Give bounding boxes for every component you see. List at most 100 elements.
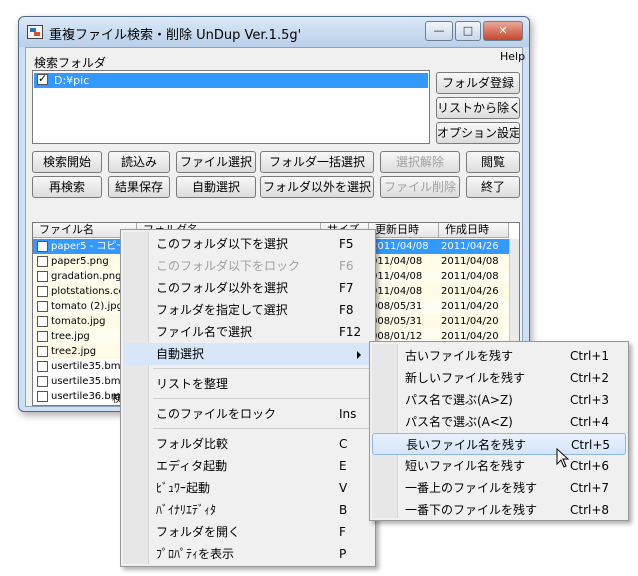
row-checkbox[interactable] (37, 376, 48, 387)
help-menu[interactable]: Help (500, 50, 525, 63)
context-menu-item[interactable]: このフォルダ以下をロック F6 (123, 255, 373, 277)
column-header-modified[interactable]: 更新日時 (369, 223, 439, 238)
column-header-created[interactable]: 作成日時 (439, 223, 509, 238)
submenu-item-label: 古いファイルを残す (405, 349, 514, 363)
cell-modified: 2011/04/08 (371, 241, 429, 252)
menu-item-label: 自動選択 (156, 347, 205, 361)
menu-item-label: ﾊﾞｲﾅﾘｴﾃﾞｨﾀ (156, 503, 217, 517)
row-checkbox[interactable] (37, 346, 48, 357)
submenu-item-label: 短いファイル名を残す (405, 459, 526, 473)
select-file-button[interactable]: ファイル選択 (176, 151, 256, 173)
cell-created: 2011/04/08 (441, 256, 499, 267)
menu-item-shortcut: B (339, 503, 348, 517)
menu-item-label: このフォルダ以下をロック (156, 259, 301, 273)
cell-modified: 008/05/31 (371, 316, 423, 327)
menu-item-shortcut: C (339, 437, 348, 451)
start-search-button[interactable]: 検索開始 (32, 151, 102, 173)
submenu-item[interactable]: 新しいファイルを残す Ctrl+2 (372, 367, 626, 389)
context-menu-item[interactable]: フォルダを開く F (123, 521, 373, 543)
submenu-item[interactable]: パス名で選ぶ(A<Z) Ctrl+4 (372, 411, 626, 433)
context-menu-item[interactable]: 自動選択 (123, 343, 373, 365)
row-checkbox[interactable] (37, 316, 48, 327)
remove-from-list-button[interactable]: リストから除く (436, 97, 520, 119)
select-except-folder-button[interactable]: フォルダ以外を選択 (260, 176, 374, 198)
submenu-item[interactable]: 一番下のファイルを残す Ctrl+8 (372, 499, 626, 521)
folder-checkbox[interactable] (37, 72, 48, 85)
context-menu-item[interactable]: このフォルダ以下を選択 F5 (123, 233, 373, 255)
folder-list[interactable]: D:¥pic (32, 70, 430, 144)
context-menu-item[interactable]: ファイル名で選択 F12 (123, 321, 373, 343)
submenu-item[interactable]: 短いファイル名を残す Ctrl+6 (372, 455, 626, 477)
context-menu-item[interactable]: フォルダ比較 C (123, 433, 373, 455)
menu-item-label: このフォルダ以下を選択 (156, 237, 289, 251)
row-checkbox[interactable] (37, 361, 48, 372)
submenu-item-shortcut: Ctrl+2 (570, 371, 610, 385)
submenu-item-label: パス名で選ぶ(A>Z) (405, 393, 513, 407)
menu-item-label: フォルダ比較 (156, 437, 229, 451)
row-checkbox[interactable] (37, 256, 48, 267)
menu-item-label: リストを整理 (156, 377, 229, 391)
close-button[interactable]: ✕ (483, 21, 523, 41)
window-title: 重複ファイル検索・削除 UnDup Ver.1.5g' (49, 28, 302, 43)
menu-item-label: フォルダを開く (156, 525, 241, 539)
title-bar[interactable]: 重複ファイル検索・削除 UnDup Ver.1.5g' — □ ✕ (19, 17, 529, 47)
row-checkbox[interactable] (37, 301, 48, 312)
row-checkbox[interactable] (37, 286, 48, 297)
submenu-item-shortcut: Ctrl+5 (571, 438, 611, 452)
cell-modified: 011/04/08 (371, 256, 423, 267)
submenu-item-label: 一番上のファイルを残す (405, 481, 538, 495)
research-button[interactable]: 再検索 (32, 176, 102, 198)
submenu-item-shortcut: Ctrl+8 (570, 503, 610, 517)
menu-item-label: ファイル名で選択 (156, 325, 253, 339)
menu-item-label: ﾌﾟﾛﾊﾟﾃｨを表示 (156, 547, 235, 561)
row-checkbox[interactable] (37, 241, 48, 252)
menu-item-shortcut: P (339, 547, 347, 561)
submenu-item-label: 長いファイル名を残す (406, 438, 527, 452)
context-menu-item[interactable]: エディタ起動 E (123, 455, 373, 477)
minimize-button[interactable]: — (425, 21, 453, 41)
menu-item-label: このファイルをロック (156, 407, 277, 421)
menu-item-shortcut: F12 (339, 325, 362, 339)
menu-item-shortcut: F (339, 525, 346, 539)
delete-file-button[interactable]: ファイル削除 (380, 176, 460, 198)
view-button[interactable]: 閲覧 (466, 151, 520, 173)
context-menu-item[interactable]: このファイルをロック Ins (123, 403, 373, 425)
context-menu-item[interactable]: ﾋﾞｭﾜｰ起動 V (123, 477, 373, 499)
submenu-item-shortcut: Ctrl+4 (570, 415, 610, 429)
save-results-button[interactable]: 結果保存 (108, 176, 170, 198)
menu-item-shortcut: F8 (339, 303, 354, 317)
menu-item-label: エディタ起動 (156, 459, 228, 473)
cell-modified: 008/05/31 (371, 301, 423, 312)
submenu-item[interactable]: 一番上のファイルを残す Ctrl+7 (372, 477, 626, 499)
submenu-item-label: 一番下のファイルを残す (405, 503, 538, 517)
context-menu-item[interactable]: フォルダを指定して選択 F8 (123, 299, 373, 321)
cell-created: 2011/04/20 (441, 316, 499, 327)
option-settings-button[interactable]: オプション設定 (436, 122, 520, 144)
cell-created: 2011/04/20 (441, 301, 499, 312)
submenu-item-shortcut: Ctrl+3 (570, 393, 610, 407)
submenu-item[interactable]: パス名で選ぶ(A>Z) Ctrl+3 (372, 389, 626, 411)
select-all-folders-button[interactable]: フォルダ一括選択 (260, 151, 374, 173)
cell-modified: 011/04/08 (371, 286, 423, 297)
deselect-button[interactable]: 選択解除 (380, 151, 460, 173)
submenu-item-shortcut: Ctrl+6 (570, 459, 610, 473)
submenu-item-shortcut: Ctrl+1 (570, 349, 610, 363)
submenu-item[interactable]: 長いファイル名を残す Ctrl+5 (372, 433, 626, 455)
register-folder-button[interactable]: フォルダ登録 (436, 72, 520, 94)
submenu-item[interactable]: 古いファイルを残す Ctrl+1 (372, 345, 626, 367)
menu-separator (153, 428, 371, 429)
load-button[interactable]: 読込み (108, 151, 170, 173)
exit-button[interactable]: 終了 (466, 176, 520, 198)
maximize-button[interactable]: □ (455, 21, 481, 41)
context-menu-item[interactable]: このフォルダ以外を選択 F7 (123, 277, 373, 299)
row-checkbox[interactable] (37, 271, 48, 282)
context-menu-item[interactable]: リストを整理 (123, 373, 373, 395)
row-checkbox[interactable] (37, 331, 48, 342)
folder-path: D:¥pic (54, 74, 90, 87)
context-menu-item[interactable]: ﾊﾞｲﾅﾘｴﾃﾞｨﾀ B (123, 499, 373, 521)
folder-list-item[interactable]: D:¥pic (34, 72, 428, 88)
auto-select-button[interactable]: 自動選択 (176, 176, 256, 198)
submenu-item-shortcut: Ctrl+7 (570, 481, 610, 495)
context-menu-item[interactable]: ﾌﾟﾛﾊﾟﾃｨを表示 P (123, 543, 373, 565)
menu-item-label: フォルダを指定して選択 (156, 303, 288, 317)
